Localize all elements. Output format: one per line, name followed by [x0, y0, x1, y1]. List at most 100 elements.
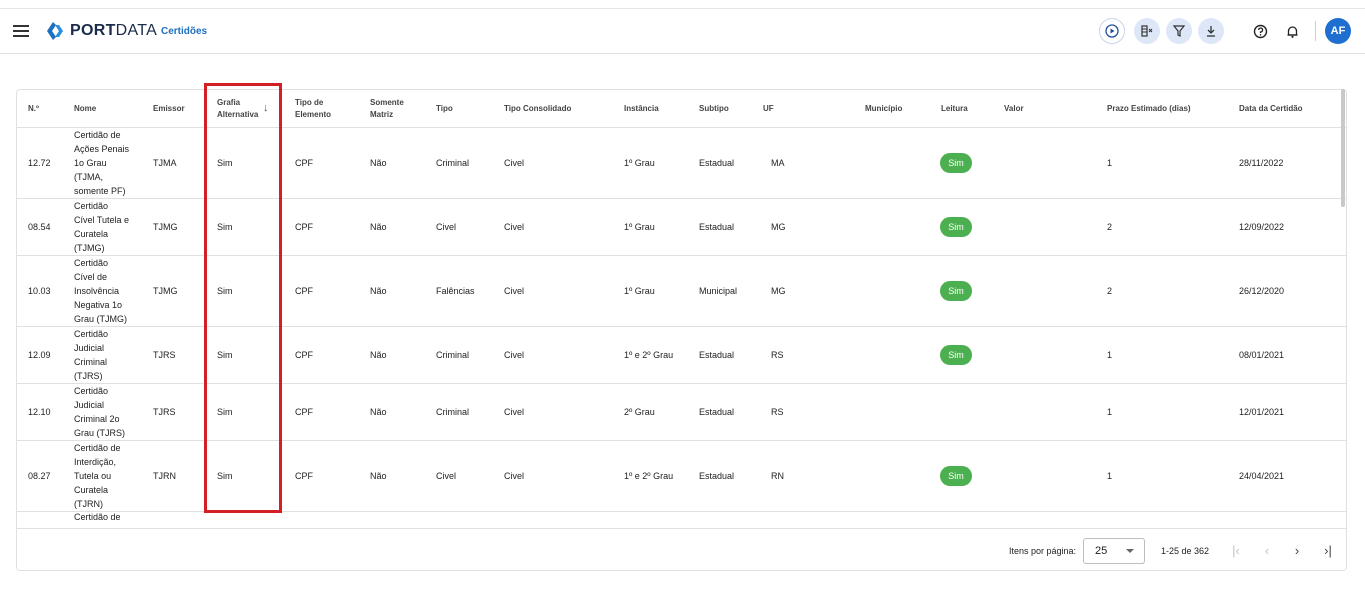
bell-icon	[1287, 25, 1297, 38]
cell-tipo-elemento: CPF	[295, 471, 313, 481]
cell-nome-line: Certidão	[74, 329, 109, 339]
help-button[interactable]	[1247, 18, 1273, 44]
cell-nome-line: (TJMA,	[74, 172, 103, 182]
col-header-instancia[interactable]: Instância	[624, 103, 659, 115]
cell-nome-line: Ações Penais	[74, 144, 130, 154]
cell-tipo: Criminal	[436, 350, 470, 360]
cell-uf: RS	[771, 407, 784, 417]
col-header-nome[interactable]: Nome	[74, 103, 96, 115]
cell-nome-line: Grau (TJMG)	[74, 314, 127, 324]
col-header-tipo-consolidado[interactable]: Tipo Consolidado	[504, 103, 571, 115]
cell-num: 08.27	[28, 471, 51, 481]
cell-data: 24/04/2021	[1239, 471, 1285, 481]
cell-tipo-consolidado: Civel	[504, 407, 525, 417]
col-header-emissor[interactable]: Emissor	[153, 103, 185, 115]
table-row[interactable]: 12.10 Certidão Judicial Criminal 2o Grau (TJ…	[17, 384, 1346, 441]
table-row[interactable]: 12.09 Certidão Judicial Criminal (TJRS) TJRS S…	[17, 327, 1346, 384]
leitura-status-badge: Sim	[940, 466, 972, 486]
col-header-somente-matriz[interactable]: Somente Matriz	[370, 97, 404, 121]
col-header-numero[interactable]: N.º	[28, 103, 39, 115]
cell-grafia: Sim	[217, 222, 233, 232]
col-header-valor[interactable]: Valor	[1004, 103, 1024, 115]
cell-num: 12.72	[28, 158, 51, 168]
cell-emissor: TJMG	[153, 286, 178, 296]
col-header-leitura[interactable]: Leitura	[941, 103, 968, 115]
cell-tipo-elemento: CPF	[295, 350, 313, 360]
table-row[interactable]: 12.72 Certidão de Ações Penais 1o Grau (TJMA…	[17, 128, 1346, 199]
col-header-tipo[interactable]: Tipo	[436, 103, 453, 115]
cell-data: 28/11/2022	[1239, 158, 1284, 168]
col-header-uf[interactable]: UF	[763, 103, 774, 115]
table-scrollbar[interactable]	[1341, 89, 1345, 207]
leitura-status-badge: Sim	[940, 153, 972, 173]
cell-instancia: 1º e 2º Grau	[624, 350, 674, 360]
col-header-data-certidao[interactable]: Data da Certidão	[1239, 103, 1303, 115]
col-header-grafia-alternativa[interactable]: Grafia Alternativa	[217, 97, 258, 121]
cell-tipo: Criminal	[436, 407, 470, 417]
cell-somente-matriz: Não	[370, 350, 387, 360]
cell-nome-line: Judicial	[74, 400, 105, 410]
cell-tipo-elemento: CPF	[295, 286, 313, 296]
cell-somente-matriz: Não	[370, 286, 387, 296]
col-header-subtipo[interactable]: Subtipo	[699, 103, 729, 115]
col-header-municipio[interactable]: Município	[865, 103, 902, 115]
next-page-icon[interactable]: ›	[1288, 541, 1306, 559]
column-toggle-button[interactable]	[1134, 18, 1160, 44]
cell-tipo-consolidado: Civel	[504, 286, 525, 296]
cell-nome: Certidão de Interdição, Tutela ou Curatela (…	[74, 441, 136, 511]
download-button[interactable]	[1198, 18, 1224, 44]
cell-prazo: 1	[1107, 407, 1113, 417]
cell-tipo: Falências	[436, 286, 475, 296]
items-per-page-select[interactable]: 25	[1083, 538, 1145, 564]
table-row[interactable]: 10.03 Certidão Cível de Insolvência Negativa…	[17, 256, 1346, 327]
cell-tipo: Criminal	[436, 158, 470, 168]
cell-nome-line: 1o Grau	[74, 158, 107, 168]
first-page-icon[interactable]: |‹	[1227, 541, 1245, 559]
breadcrumb[interactable]: Certidões	[161, 26, 207, 37]
cell-num: 08.54	[28, 222, 51, 232]
table-row[interactable]: 08.54 Certidão Cível Tutela e Curatela (TJMG…	[17, 199, 1346, 256]
portdata-logo[interactable]: PORTDATA	[44, 21, 157, 41]
notifications-button[interactable]	[1279, 18, 1305, 44]
cell-somente-matriz: Não	[370, 222, 387, 232]
cell-tipo-consolidado: Civel	[504, 350, 525, 360]
cell-data: 12/09/2022	[1239, 222, 1285, 232]
cell-grafia: Sim	[217, 158, 233, 168]
table-row[interactable]: 08.27 Certidão de Interdição, Tutela ou Cura…	[17, 441, 1346, 512]
cell-nome-line: Judicial	[74, 343, 105, 353]
cell-prazo: 1	[1107, 471, 1113, 481]
leitura-status-badge: Sim	[940, 217, 972, 237]
cell-nome-line: Interdição,	[74, 457, 117, 467]
cell-grafia: Sim	[217, 286, 233, 296]
cell-uf: RN	[771, 471, 784, 481]
cell-subtipo: Municipal	[699, 286, 738, 296]
col-header-grafia-line1: Grafia	[217, 98, 241, 107]
cell-tipo-elemento: CPF	[295, 158, 313, 168]
cell-nome: Certidão Cível Tutela e Curatela (TJMG)	[74, 199, 136, 255]
col-header-prazo-estimado[interactable]: Prazo Estimado (dias)	[1107, 103, 1191, 115]
cell-nome-line: Negativa 1o	[74, 300, 123, 310]
cell-prazo: 1	[1107, 350, 1113, 360]
cell-nome-line: Tutela ou	[74, 471, 112, 481]
cell-data: 26/12/2020	[1239, 286, 1285, 296]
cell-tipo-consolidado: Civel	[504, 222, 525, 232]
cell-subtipo: Estadual	[699, 222, 735, 232]
cell-subtipo: Estadual	[699, 350, 735, 360]
avatar[interactable]: AF	[1325, 18, 1351, 44]
cell-nome-line: (TJRS)	[74, 371, 103, 381]
col-header-tipo-elemento[interactable]: Tipo de Elemento	[295, 97, 331, 121]
cell-uf: MG	[771, 222, 786, 232]
previous-page-icon[interactable]: ‹	[1258, 541, 1276, 559]
cell-nome-line: Insolvência	[74, 286, 120, 296]
sort-arrow-down-icon[interactable]: ↓	[263, 102, 269, 114]
hamburger-menu-icon[interactable]	[13, 25, 29, 39]
cell-nome-line: Certidão	[74, 258, 109, 268]
cell-nome-line: (TJMG)	[74, 243, 105, 253]
filter-button[interactable]	[1166, 18, 1192, 44]
cell-nome-line: Certidão de	[74, 443, 121, 453]
app-header: PORTDATA Certidões AF	[0, 10, 1365, 54]
play-circle-button[interactable]	[1099, 18, 1125, 44]
cell-tipo-elemento: CPF	[295, 222, 313, 232]
cell-nome-line: somente PF)	[74, 186, 126, 196]
last-page-icon[interactable]: ›|	[1319, 541, 1337, 559]
